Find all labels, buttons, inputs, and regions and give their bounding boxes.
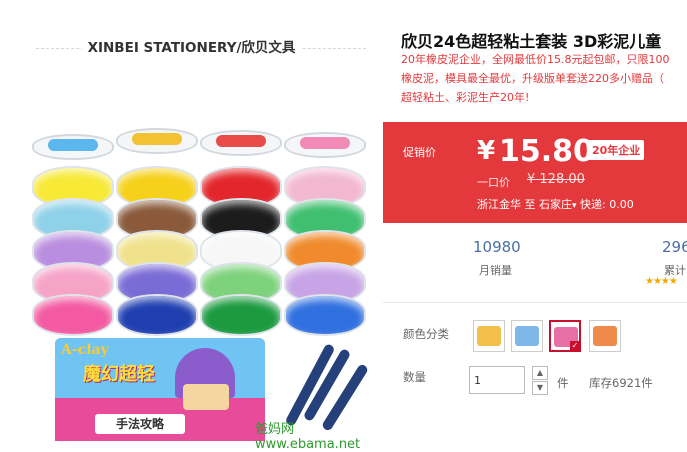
promo-price-label: 促销价 bbox=[403, 146, 436, 159]
product-description: 20年橡皮泥企业，全网最低价15.8元起包邮，只限100 橡皮泥，模具最全最优，… bbox=[401, 50, 687, 107]
packaging-box: A-clay 魔幻超轻 手法攻略 bbox=[55, 338, 265, 441]
sales-stats: 10980 月销量 296 累计 bbox=[383, 238, 687, 288]
quantity-unit: 件 bbox=[557, 376, 569, 390]
box-logo: A-clay bbox=[61, 342, 109, 358]
quantity-increase-button[interactable]: ▲ bbox=[532, 366, 548, 380]
chevron-down-icon: ▼ bbox=[536, 383, 544, 392]
section-divider bbox=[383, 302, 687, 303]
chevron-up-icon: ▲ bbox=[536, 368, 544, 377]
color-option-label: 颜色分类 bbox=[403, 327, 449, 341]
ship-to: 至 bbox=[524, 198, 536, 211]
store-name[interactable]: XINBEI STATIONERY/欣贝文具 bbox=[0, 36, 383, 56]
enterprise-badge: 20年企业 bbox=[588, 140, 645, 160]
clay-tub bbox=[284, 294, 366, 336]
tub-lid bbox=[32, 134, 114, 160]
ship-origin: 浙江金华 bbox=[477, 198, 521, 211]
color-swatch[interactable] bbox=[589, 320, 621, 352]
color-swatch-selected[interactable]: ✓ bbox=[549, 320, 581, 352]
description-line: 橡皮泥，模具最全最优，升级版单套送220多小赠品（ bbox=[401, 72, 664, 85]
clay-tub bbox=[116, 294, 198, 336]
store-name-text[interactable]: XINBEI STATIONERY/欣贝文具 bbox=[81, 40, 302, 56]
price-currency: ¥ bbox=[477, 136, 496, 166]
color-swatch[interactable] bbox=[511, 320, 543, 352]
shipping-cost: 快递: 0.00 bbox=[580, 198, 634, 211]
product-info-panel: 欣贝24色超轻粘土套装 3D彩泥儿童 20年橡皮泥企业，全网最低价15.8元起包… bbox=[383, 0, 687, 441]
box-band: 手法攻略 bbox=[95, 414, 185, 434]
stock-count: 库存6921件 bbox=[589, 376, 653, 390]
quantity-label: 数量 bbox=[403, 370, 426, 384]
clay-tub bbox=[32, 294, 114, 336]
box-house-base bbox=[183, 384, 229, 410]
check-icon: ✓ bbox=[570, 341, 580, 351]
chevron-down-icon: ▾ bbox=[572, 201, 577, 211]
product-image-panel: XINBEI STATIONERY/欣贝文具 A-clay 魔幻超轻 手法攻略 … bbox=[0, 0, 383, 452]
tub-lid bbox=[284, 132, 366, 158]
color-swatch[interactable] bbox=[473, 320, 505, 352]
monthly-sales-count: 10980 bbox=[473, 238, 521, 256]
monthly-sales-label: 月销量 bbox=[479, 264, 512, 277]
ship-destination-select[interactable]: 石家庄▾ bbox=[539, 198, 577, 211]
shipping-info: 浙江金华 至 石家庄▾ 快递: 0.00 bbox=[477, 196, 634, 212]
tub-lid bbox=[200, 130, 282, 156]
clay-tub bbox=[200, 294, 282, 336]
description-line: 超轻粘土、彩泥生产20年! bbox=[401, 91, 530, 104]
image-watermark: 爸妈网 www.ebama.net bbox=[255, 422, 361, 452]
product-photo bbox=[30, 122, 366, 342]
rating-stars: ★★★★ bbox=[645, 276, 678, 287]
quantity-decrease-button[interactable]: ▼ bbox=[532, 381, 548, 395]
product-title: 欣贝24色超轻粘土套装 3D彩泥儿童 bbox=[401, 32, 662, 51]
original-price-label: 一口价 bbox=[477, 176, 510, 189]
quantity-input[interactable] bbox=[469, 366, 525, 394]
cumulative-reviews-count[interactable]: 296 bbox=[662, 238, 687, 256]
description-line: 20年橡皮泥企业，全网最低价15.8元起包邮，只限100 bbox=[401, 53, 670, 66]
tub-lid bbox=[116, 128, 198, 154]
original-price: ¥ 128.00 bbox=[527, 172, 585, 187]
box-title: 魔幻超轻 bbox=[83, 364, 155, 385]
price-panel: 促销价 ¥ 15.80 20年企业 一口价 ¥ 128.00 浙江金华 至 石家… bbox=[383, 122, 687, 223]
promo-price: 15.80 bbox=[499, 134, 594, 169]
